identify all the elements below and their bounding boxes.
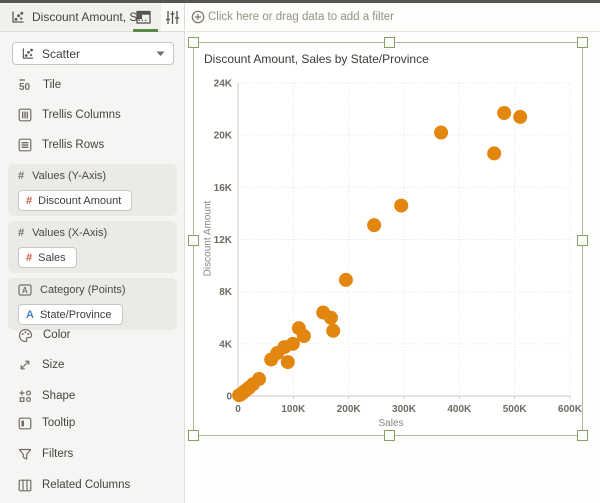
y-tick-label: 0 [226, 392, 232, 403]
sidebar-item-label: Shape [42, 390, 76, 402]
visualization-title: Discount Amount, S... [32, 10, 148, 24]
chart-title: Discount Amount, Sales by State/Province [204, 52, 429, 66]
number-icon: # [26, 194, 33, 207]
drop-zone-header: A Category (Points) [8, 278, 177, 296]
drop-zone-label: Category (Points) [40, 284, 126, 296]
canvas-area: Discount Amount, Sales by State/Province… [186, 32, 600, 503]
x-tick-label: 500K [503, 404, 528, 415]
related-columns-icon [18, 479, 32, 491]
sidebar-item-trellis-columns[interactable]: Trellis Columns [18, 106, 121, 124]
letter-icon: A [26, 308, 34, 321]
drop-zone-label: Values (X-Axis) [32, 227, 108, 239]
x-tick-label: 200K [337, 404, 362, 415]
drop-zone-header: # Values (X-Axis) [8, 221, 177, 239]
scatter-point[interactable] [323, 310, 338, 325]
scatter-point[interactable] [513, 109, 528, 124]
sidebar-item-filters[interactable]: Filters [18, 445, 73, 463]
scatter-point[interactable] [326, 323, 341, 338]
pill-state-province[interactable]: A State/Province [18, 304, 123, 325]
pill-label: Discount Amount [38, 194, 122, 207]
tooltip-icon [18, 417, 32, 429]
trellis-rows-icon [18, 138, 32, 152]
chart-type-dropdown[interactable]: Scatter [12, 42, 174, 65]
sidebar-item-tile[interactable]: 50 Tile [18, 76, 61, 94]
number-icon: # [18, 170, 25, 182]
selection-handle-top-left[interactable] [188, 37, 199, 48]
y-tick-label: 8K [219, 287, 233, 298]
chevron-down-icon [156, 51, 165, 56]
pill-discount-amount[interactable]: # Discount Amount [18, 190, 133, 211]
sidebar-item-label: Filters [42, 448, 74, 460]
number-icon: # [26, 251, 33, 264]
pill-label: Sales [38, 251, 66, 264]
x-tick-label: 300K [392, 404, 417, 415]
scatter-point[interactable] [487, 146, 502, 161]
analytics-app: Discount Amount, S... Click here or drag… [0, 0, 600, 503]
selection-handle-top-middle[interactable] [384, 37, 395, 48]
y-tick-label: 12K [214, 235, 233, 246]
properties-sliders-icon[interactable] [165, 10, 180, 25]
visualization-selection-frame[interactable]: Discount Amount, Sales by State/Province… [188, 37, 588, 441]
scatter-point[interactable] [296, 329, 311, 344]
selection-handle-top-right[interactable] [577, 37, 588, 48]
sidebar-item-label: Size [42, 359, 65, 371]
scatter-point[interactable] [394, 198, 409, 213]
size-icon [20, 360, 30, 370]
sidebar-item-label: Tooltip [42, 417, 76, 429]
drop-zone-label: Values (Y-Axis) [32, 170, 107, 182]
scatter-point[interactable] [252, 372, 267, 387]
add-filter-icon [191, 10, 205, 24]
x-tick-label: 100K [281, 404, 306, 415]
sidebar-item-label: Trellis Rows [42, 139, 105, 151]
sidebar-item-label: Color [43, 329, 71, 341]
y-tick-label: 16K [214, 183, 233, 194]
drop-zone-y-axis[interactable]: # Values (Y-Axis) # Discount Amount [8, 164, 177, 216]
scatter-point[interactable] [434, 125, 449, 140]
scatter-plot: 0 4K 8K 12K 16K 20K 24K 0 100K 200K 300K 400K 500K 60… [214, 79, 583, 416]
sidebar-item-label: Related Columns [42, 479, 131, 491]
x-tick-label: 0 [235, 404, 241, 415]
filter-bar[interactable]: Click here or drag data to add a filter [186, 3, 600, 32]
scatter-point[interactable] [280, 355, 295, 370]
pill-label: State/Province [39, 308, 112, 321]
scatter-point[interactable] [338, 272, 353, 287]
sidebar-item-color[interactable]: Color [18, 326, 70, 344]
drop-zone-x-axis[interactable]: # Values (X-Axis) # Sales [8, 221, 177, 273]
sidebar-item-trellis-rows[interactable]: Trellis Rows [18, 136, 104, 154]
shape-icon [19, 390, 32, 403]
sidebar-item-shape[interactable]: Shape [18, 387, 75, 405]
scatter-point[interactable] [367, 218, 382, 233]
sidebar-item-related-columns[interactable]: Related Columns [18, 476, 130, 494]
drop-zone-header: # Values (Y-Axis) [8, 164, 177, 182]
tile-icon: 50 [19, 79, 31, 92]
sidebar-item-tooltip[interactable]: Tooltip [18, 414, 75, 432]
y-tick-label: 24K [214, 79, 233, 90]
sidebar-item-label: Tile [43, 79, 62, 91]
color-icon [18, 328, 33, 342]
y-tick-label: 20K [214, 131, 233, 142]
boxed-letter-icon: A [18, 284, 32, 296]
grammar-panel: Scatter 50 Tile Trellis Columns Trellis … [0, 32, 185, 503]
svg-text:A: A [22, 286, 28, 295]
scatter-point[interactable] [497, 105, 512, 120]
chart-type-value: Scatter [42, 46, 81, 61]
filter-bar-placeholder: Click here or drag data to add a filter [208, 11, 395, 23]
sidebar-item-label: Trellis Columns [42, 109, 121, 121]
pill-sales[interactable]: # Sales [18, 247, 77, 268]
x-tick-label: 400K [447, 404, 472, 415]
number-icon: # [18, 227, 25, 239]
svg-text:50: 50 [19, 82, 31, 92]
grammar-panel-tab-icon[interactable] [136, 10, 152, 25]
y-tick-label: 4K [219, 339, 233, 350]
drop-zone-category[interactable]: A Category (Points) A State/Province [8, 278, 177, 330]
scatter-chart-icon [22, 48, 34, 59]
trellis-columns-icon [18, 108, 32, 122]
scatter-chart-icon [12, 11, 24, 23]
x-tick-label: 600K [558, 404, 583, 415]
sidebar-item-size[interactable]: Size [18, 356, 64, 374]
filters-funnel-icon [18, 448, 32, 460]
visualization-header: Discount Amount, S... [0, 3, 185, 32]
